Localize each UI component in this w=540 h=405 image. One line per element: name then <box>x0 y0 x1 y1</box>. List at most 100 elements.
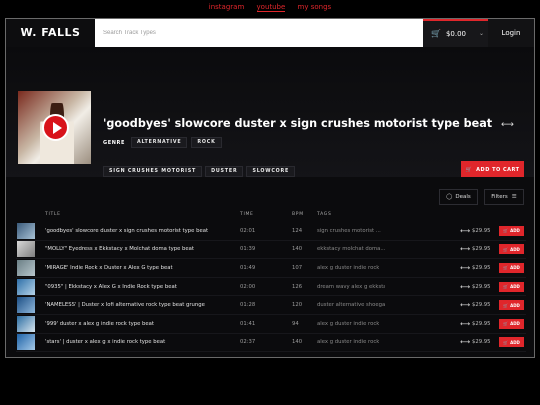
login-button[interactable]: Login <box>488 19 534 47</box>
row-title[interactable]: '999' duster x alex g indie rock type be… <box>45 321 154 327</box>
add-label: ADD <box>510 321 520 327</box>
add-button[interactable]: 🛒 ADD <box>499 225 524 236</box>
top-link-instagram[interactable]: instagram <box>209 3 245 11</box>
cart-total: $0.00 <box>445 30 467 38</box>
filter-icon: ☰ <box>511 194 517 200</box>
row-title[interactable]: 'goodbyes' slowcore duster x sign crushe… <box>45 228 208 234</box>
table-row[interactable]: 'NAMELESS' | Duster x lofi alternative r… <box>16 296 526 315</box>
deals-button[interactable]: ◯ Deals <box>439 189 478 205</box>
track-title: 'goodbyes' slowcore duster x sign crushe… <box>103 117 493 130</box>
tag-chip-sign-crushes-motorist[interactable]: SIGN CRUSHES MOTORIST <box>103 166 203 177</box>
row-price: $29.95 <box>472 339 491 346</box>
row-bpm: 120 <box>292 302 303 309</box>
tag-chip-slowcore[interactable]: SLOWCORE <box>246 166 296 177</box>
share-icon[interactable]: ⟷ <box>460 320 470 328</box>
cart-icon: 🛒 <box>431 29 441 38</box>
share-icon[interactable]: ⟷ <box>460 283 470 291</box>
add-button[interactable]: 🛒 ADD <box>499 262 524 273</box>
tag-icon: ◯ <box>446 194 453 200</box>
add-button[interactable]: 🛒 ADD <box>499 318 524 329</box>
track-thumbnail[interactable] <box>17 315 35 332</box>
tag-chip-duster[interactable]: DUSTER <box>205 166 244 177</box>
row-title[interactable]: 'stars' | duster x alex g x indie rock t… <box>45 339 165 345</box>
track-list: ◯ Deals Filters ☰ TITLE TIME BPM TAGS 'g… <box>6 177 534 357</box>
add-button[interactable]: 🛒 ADD <box>499 281 524 292</box>
cart-icon: 🛒 <box>503 339 509 345</box>
row-price: $29.95 <box>472 320 491 327</box>
row-price: $29.95 <box>472 246 491 253</box>
track-cover-art <box>18 91 91 164</box>
track-thumbnail[interactable] <box>17 297 35 314</box>
row-time: 02:37 <box>240 339 256 346</box>
share-icon[interactable]: ⟷ <box>460 227 470 235</box>
track-thumbnail[interactable] <box>17 334 35 351</box>
search-input[interactable] <box>95 19 423 47</box>
row-time: 02:01 <box>240 227 256 234</box>
table-row[interactable]: '999' duster x alex g indie rock type be… <box>16 315 526 334</box>
row-title[interactable]: "MOLLY" Eyedress x Ekkstacy x Molchat do… <box>45 246 194 252</box>
top-link-youtube[interactable]: youtube <box>256 3 286 12</box>
top-links: instagram youtube my songs <box>0 3 540 12</box>
track-thumbnail[interactable] <box>17 241 35 258</box>
add-button[interactable]: 🛒 ADD <box>499 300 524 311</box>
add-button[interactable]: 🛒 ADD <box>499 244 524 255</box>
genre-label: GENRE <box>103 139 125 146</box>
row-time: 01:28 <box>240 302 256 309</box>
add-to-cart-button[interactable]: 🛒 ADD TO CART <box>461 161 524 178</box>
top-link-my-songs[interactable]: my songs <box>298 3 332 11</box>
add-button[interactable]: 🛒 ADD <box>499 337 524 348</box>
cart-icon: 🛒 <box>465 166 473 173</box>
table-row[interactable]: 'goodbyes' slowcore duster x sign crushe… <box>16 222 526 241</box>
row-time: 01:39 <box>240 246 256 253</box>
play-button[interactable] <box>42 114 69 141</box>
row-tags: alex g duster indie rock <box>317 339 380 346</box>
add-label: ADD <box>510 228 520 234</box>
row-time: 02:00 <box>240 283 256 290</box>
table-header: TITLE TIME BPM TAGS <box>16 208 526 220</box>
share-icon[interactable]: ⟷ <box>501 120 514 130</box>
add-label: ADD <box>510 302 520 308</box>
genre-chip-alternative[interactable]: ALTERNATIVE <box>130 137 188 148</box>
column-title: TITLE <box>45 212 61 217</box>
cart-icon: 🛒 <box>503 302 509 308</box>
row-bpm: 124 <box>292 227 303 234</box>
row-tags: ekkstacy molchat doma... <box>317 246 385 253</box>
filters-button[interactable]: Filters ☰ <box>484 189 524 205</box>
table-row[interactable]: "0935" | Ekkstacy x Alex G x Indie Rock … <box>16 278 526 297</box>
add-label: ADD <box>510 246 520 252</box>
row-title[interactable]: "0935" | Ekkstacy x Alex G x Indie Rock … <box>45 284 177 290</box>
row-tags: alex g duster indie rock <box>317 264 380 271</box>
header-bar: W. FALLS 🛒 $0.00 ⌄ Login <box>6 19 534 47</box>
cart-button[interactable]: 🛒 $0.00 ⌄ <box>423 19 488 47</box>
cart-icon: 🛒 <box>503 321 509 327</box>
table-row[interactable]: 'MIRAGE' Indie Rock x Duster x Alex G ty… <box>16 259 526 278</box>
row-price: $29.95 <box>472 302 491 309</box>
share-icon[interactable]: ⟷ <box>460 338 470 346</box>
genre-chip-rock[interactable]: ROCK <box>191 137 222 148</box>
track-thumbnail[interactable] <box>17 259 35 276</box>
column-bpm: BPM <box>292 212 304 217</box>
share-icon[interactable]: ⟷ <box>460 264 470 272</box>
table-row[interactable]: "MOLLY" Eyedress x Ekkstacy x Molchat do… <box>16 241 526 260</box>
track-thumbnail[interactable] <box>17 278 35 295</box>
row-bpm: 107 <box>292 264 303 271</box>
row-title[interactable]: 'NAMELESS' | Duster x lofi alternative r… <box>45 302 205 308</box>
column-tags: TAGS <box>317 212 332 217</box>
add-to-cart-label: ADD TO CART <box>476 166 520 173</box>
featured-track: 'goodbyes' slowcore duster x sign crushe… <box>6 47 534 182</box>
share-icon[interactable]: ⟷ <box>460 301 470 309</box>
track-thumbnail[interactable] <box>17 222 35 239</box>
table-rows: 'goodbyes' slowcore duster x sign crushe… <box>16 222 526 353</box>
genre-row: GENRE ALTERNATIVE ROCK <box>103 137 222 148</box>
row-price: $29.95 <box>472 227 491 234</box>
share-icon[interactable]: ⟷ <box>460 245 470 253</box>
logo[interactable]: W. FALLS <box>6 19 95 47</box>
column-time: TIME <box>240 212 254 217</box>
deals-label: Deals <box>455 194 471 200</box>
table-row[interactable]: 'stars' | duster x alex g x indie rock t… <box>16 334 526 353</box>
row-price: $29.95 <box>472 283 491 290</box>
row-tags: duster alternative shoegaze <box>317 302 385 309</box>
add-label: ADD <box>510 265 520 271</box>
row-title[interactable]: 'MIRAGE' Indie Rock x Duster x Alex G ty… <box>45 265 173 271</box>
cart-icon: 🛒 <box>503 246 509 252</box>
